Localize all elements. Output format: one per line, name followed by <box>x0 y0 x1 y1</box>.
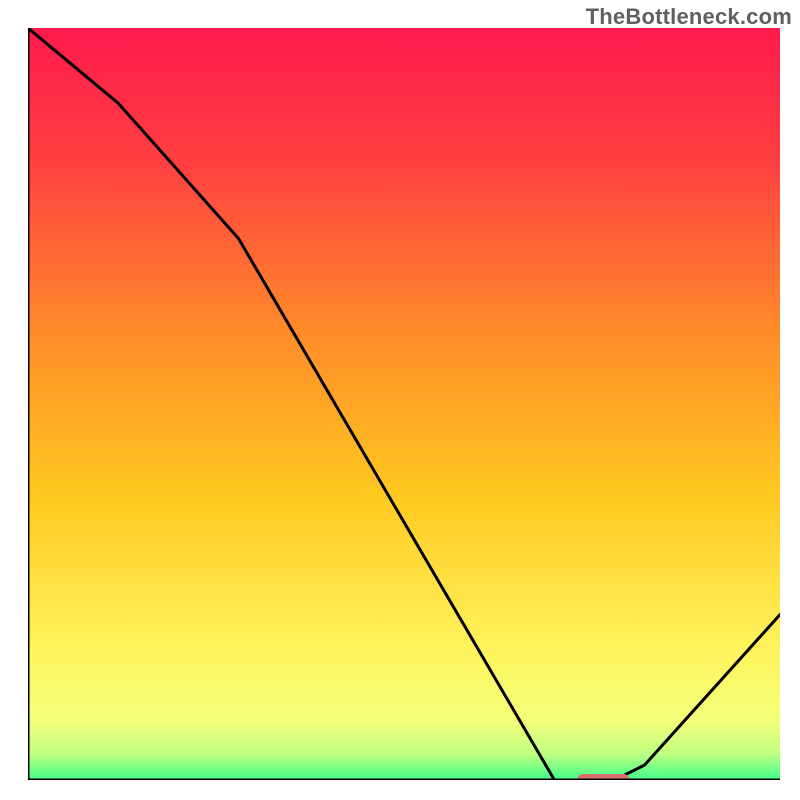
chart-background <box>28 28 780 780</box>
watermark-text: TheBottleneck.com <box>586 4 792 30</box>
bottleneck-chart <box>28 28 780 780</box>
